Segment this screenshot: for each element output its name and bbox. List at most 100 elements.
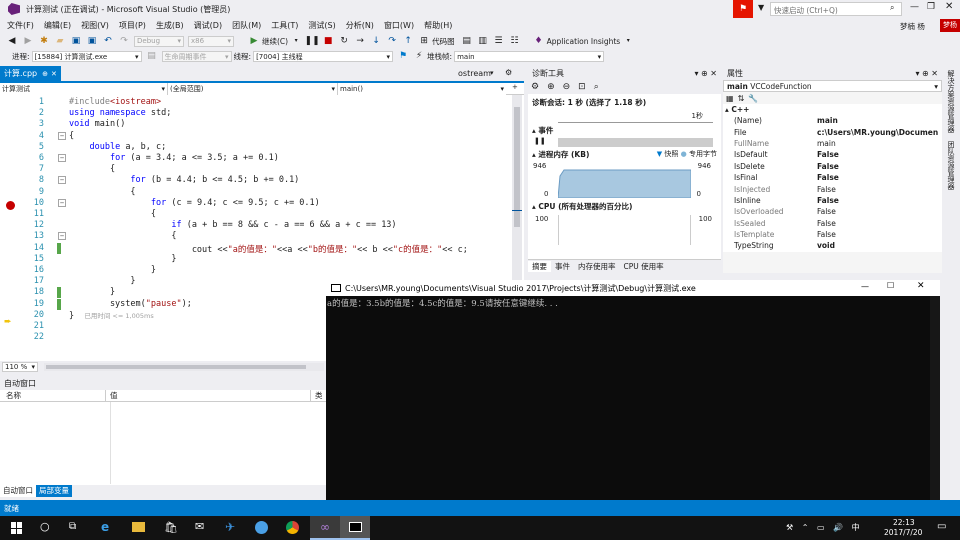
pause-icon[interactable]: ❚❚ (305, 35, 320, 47)
restore-button[interactable]: ❐ (927, 2, 935, 12)
console-minimize-button[interactable]: — (861, 282, 869, 291)
stop-icon[interactable]: ■ (322, 35, 334, 47)
step-out-icon[interactable]: ↑ (402, 35, 414, 47)
console-scrollbar[interactable] (930, 296, 940, 516)
tab-calc-cpp[interactable]: 计算.cpp ⊕ ✕ (0, 66, 61, 81)
events-track[interactable]: ❚❚ (534, 137, 713, 147)
menu-item-3[interactable]: 项目(P) (114, 20, 151, 31)
show-next-statement-icon[interactable]: → (354, 35, 366, 47)
memory-chart[interactable]: 946 0 946 0 (533, 162, 711, 198)
function-nav-select[interactable]: main() ▾ (338, 82, 506, 95)
property-row[interactable]: IsSealed False (723, 218, 942, 229)
diag-settings-icon[interactable]: ⚙ (531, 82, 539, 92)
breakpoint-marker[interactable] (6, 201, 15, 210)
props-pin-icon[interactable]: ⊕ (922, 69, 929, 78)
save-all-icon[interactable]: ▣ (86, 35, 98, 47)
menu-item-4[interactable]: 生成(B) (151, 20, 189, 31)
menu-item-1[interactable]: 编辑(E) (39, 20, 76, 31)
menu-item-7[interactable]: 工具(T) (266, 20, 303, 31)
visual-studio-taskbar-icon[interactable]: ∞ (310, 516, 340, 540)
property-row[interactable]: TypeString void (723, 240, 942, 251)
new-project-icon[interactable]: ✱ (38, 35, 50, 47)
select-time-icon[interactable]: ⌕ (594, 82, 599, 92)
code-line[interactable]: for (a = 3.4; a <= 3.5; a += 0.1) (69, 153, 279, 163)
lifecycle-events-select[interactable]: 生命周期事件 ▾ (161, 51, 232, 62)
scroll-thumb[interactable] (514, 107, 520, 227)
store-icon[interactable]: 🛍 (164, 521, 178, 534)
close-button[interactable]: ✕ (945, 1, 953, 12)
tab-locals[interactable]: 局部变量 (36, 485, 72, 497)
layout-icon[interactable]: ▤ (461, 35, 473, 47)
menu-item-2[interactable]: 视图(V) (76, 20, 114, 31)
config-select[interactable]: Debug ▾ (134, 35, 184, 47)
edge-browser-icon[interactable]: e (101, 520, 109, 534)
collapse-outline-icon[interactable]: − (58, 232, 66, 241)
uncomment-icon[interactable]: ☷ (509, 35, 521, 47)
code-line[interactable]: { (69, 209, 156, 219)
property-row[interactable]: File c:\Users\MR.young\Documen (723, 126, 942, 137)
system-tray-icons[interactable]: ⚒ ⌃ ▭ 🔊 中 (786, 522, 863, 533)
alphabetical-icon[interactable]: ⇅ (738, 94, 745, 103)
start-windows-icon[interactable] (11, 522, 23, 534)
collapse-outline-icon[interactable]: − (58, 154, 66, 162)
collapse-outline-icon[interactable]: − (58, 198, 66, 207)
property-row[interactable]: IsInjected False (723, 183, 942, 194)
task-view-icon[interactable]: ⧉ (69, 521, 76, 532)
comment-icon[interactable]: ☰ (493, 35, 505, 47)
cortana-search-icon[interactable]: ○ (40, 520, 50, 533)
object-selector[interactable]: main VCCodeFunction ▾ (723, 80, 942, 92)
zoom-out-icon[interactable]: ⊖ (563, 82, 571, 92)
app-insights-icon[interactable]: ♦ (533, 35, 545, 47)
menu-item-9[interactable]: 分析(N) (341, 20, 379, 31)
solution-explorer-tab[interactable]: 解决方案资源管理器 (946, 70, 956, 133)
code-line[interactable]: system("pause"); (69, 299, 192, 309)
code-line[interactable]: using namespace std; (69, 108, 171, 118)
zoom-select[interactable]: 110 % ▾ (2, 362, 38, 372)
code-map-button[interactable]: 代码图 (432, 36, 455, 47)
timeline-ruler[interactable]: 1秒 (558, 111, 713, 123)
menu-item-8[interactable]: 测试(S) (303, 20, 340, 31)
property-row[interactable]: IsDelete False (723, 161, 942, 172)
code-line[interactable]: { (69, 231, 176, 241)
clock-date[interactable]: 2017/7/20 (884, 528, 922, 537)
col-type[interactable]: 类 (311, 390, 323, 401)
dropdown-icon[interactable]: ▾ (290, 35, 302, 47)
tab-memory[interactable]: 内存使用率 (574, 261, 620, 272)
notification-center-icon[interactable]: ▭ (937, 521, 946, 532)
app-insights-dropdown-icon[interactable]: ▾ (622, 35, 634, 47)
qq-browser-icon[interactable] (255, 521, 268, 534)
xiaomi-app-icon[interactable]: ✈ (225, 520, 235, 534)
thread-select[interactable]: [7004] 主线程 ▾ (253, 51, 394, 62)
file-explorer-icon[interactable] (132, 522, 145, 532)
tab-ostream[interactable]: ostream (454, 66, 495, 81)
notification-flag-icon[interactable]: ⚑ (733, 0, 753, 18)
split-editor-icon[interactable]: + (512, 83, 518, 91)
app-insights-button[interactable]: Application Insights (547, 37, 621, 46)
console-maximize-button[interactable]: ☐ (887, 281, 894, 290)
props-close-icon[interactable]: ✕ (931, 69, 938, 78)
chrome-icon[interactable] (286, 521, 299, 534)
continue-button[interactable]: 继续(C) (262, 36, 288, 47)
collapse-outline-icon[interactable]: − (58, 131, 66, 140)
process-select[interactable]: [15884] 计算测试.exe ▾ (31, 51, 142, 62)
close-panel-icon[interactable]: ✕ (710, 69, 717, 78)
tab-summary[interactable]: 摘要 (528, 261, 551, 272)
categorized-icon[interactable]: ▦ (726, 94, 734, 103)
scope-nav-select[interactable]: (全局范围) ▾ (168, 82, 338, 95)
lifecycle-events-icon[interactable]: ▤ (146, 51, 158, 63)
col-name[interactable]: 名称 (0, 390, 106, 401)
code-line[interactable]: double a, b, c; (69, 142, 166, 152)
step-into-icon[interactable]: ↓ (370, 35, 382, 47)
platform-select[interactable]: x86 ▾ (188, 35, 234, 47)
code-line[interactable]: if (a + b == 8 && c - a == 6 && a + c ==… (69, 220, 396, 230)
quick-launch-search-icon[interactable]: ⌕ (890, 3, 894, 13)
close-tab-icon[interactable]: ✕ (51, 70, 57, 78)
user-badge[interactable]: 梦杨 (940, 19, 960, 32)
quick-launch-input[interactable]: 快速启动 (Ctrl+Q) (770, 2, 902, 16)
horizontal-scrollbar[interactable] (44, 363, 324, 371)
step-over-icon[interactable]: ↷ (386, 35, 398, 47)
code-line[interactable]: for (c = 9.4; c <= 9.5; c += 0.1) (69, 198, 320, 208)
redo-icon[interactable]: ↷ (118, 35, 130, 47)
code-line[interactable]: { (69, 187, 135, 197)
restart-icon[interactable]: ↻ (338, 35, 350, 47)
